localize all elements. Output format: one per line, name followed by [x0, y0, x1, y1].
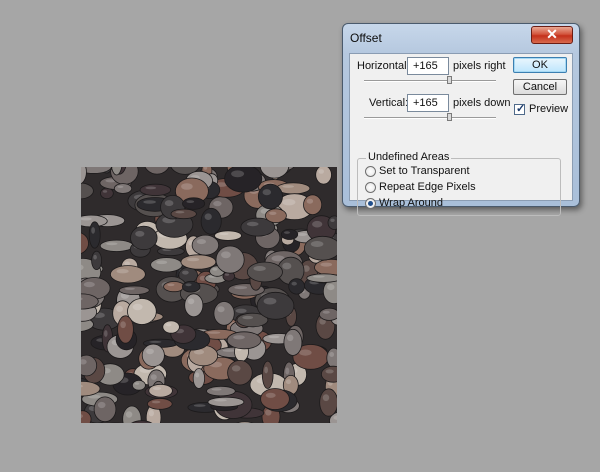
preview-checkbox[interactable]: ✓ — [514, 103, 526, 115]
ok-button[interactable]: OK — [513, 57, 567, 73]
checkmark-icon: ✓ — [516, 103, 526, 115]
undefined-areas-title: Undefined Areas — [366, 151, 452, 163]
dialog-title: Offset — [350, 31, 382, 45]
horizontal-slider-thumb[interactable] — [447, 76, 452, 84]
horizontal-label: Horizontal: — [357, 60, 410, 72]
horizontal-unit: pixels right — [453, 60, 506, 72]
radio-set-to-transparent[interactable] — [365, 166, 376, 177]
horizontal-input[interactable]: +165 — [407, 57, 449, 75]
radio-selected-dot — [368, 201, 373, 206]
set-to-transparent-label: Set to Transparent — [379, 165, 470, 177]
pebble-texture-image[interactable] — [81, 167, 337, 423]
offset-dialog[interactable]: Offset ✕ Horizontal: +165 pixels right V… — [342, 23, 580, 216]
dialog-client-area: Horizontal: +165 pixels right Vertical: … — [349, 53, 573, 216]
close-icon: ✕ — [546, 26, 558, 42]
preview-label: Preview — [529, 103, 569, 115]
horizontal-slider[interactable] — [364, 80, 496, 82]
radio-wrap-around[interactable] — [365, 198, 376, 209]
pebble-texture-svg — [81, 167, 337, 423]
close-button[interactable]: ✕ — [531, 26, 573, 44]
wrap-around-label: Wrap Around — [379, 197, 444, 209]
undefined-areas-group: Undefined Areas Set to Transparent Repea… — [357, 151, 561, 216]
repeat-edge-pixels-label: Repeat Edge Pixels — [379, 181, 476, 193]
dialog-titlebar[interactable]: Offset ✕ — [343, 24, 579, 52]
vertical-slider[interactable] — [364, 117, 496, 119]
vertical-unit: pixels down — [453, 97, 511, 109]
vertical-slider-thumb[interactable] — [447, 113, 452, 121]
cancel-button[interactable]: Cancel — [513, 79, 567, 95]
radio-repeat-edge-pixels[interactable] — [365, 182, 376, 193]
vertical-input[interactable]: +165 — [407, 94, 449, 112]
vertical-label: Vertical: — [369, 97, 409, 109]
